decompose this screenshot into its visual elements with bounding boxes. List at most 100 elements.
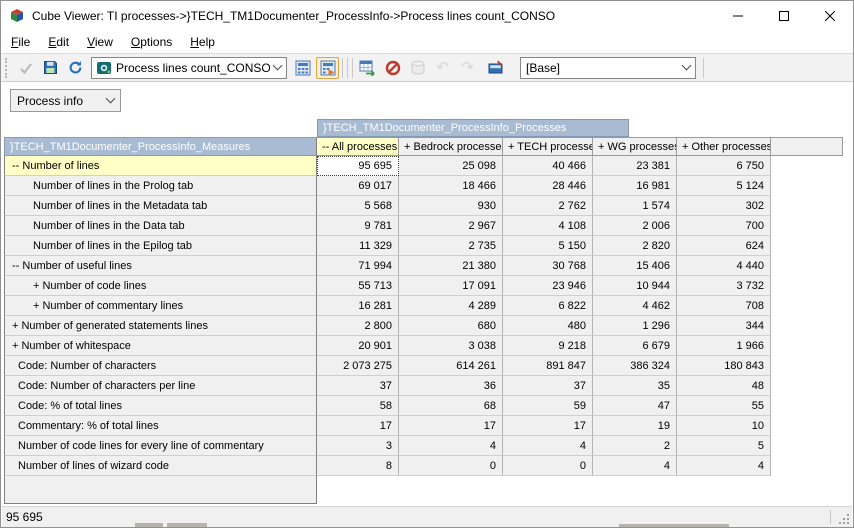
data-cell[interactable]: 0	[503, 456, 593, 476]
row-header[interactable]: + Number of whitespace	[4, 336, 317, 356]
maximize-button[interactable]	[761, 1, 807, 31]
data-cell[interactable]: 614 261	[399, 356, 503, 376]
data-cell[interactable]: 17	[399, 416, 503, 436]
column-header[interactable]: -- All processes	[317, 137, 399, 156]
data-cell[interactable]: 624	[677, 236, 771, 256]
selected-data-cell[interactable]: 95 695	[317, 156, 399, 176]
minimize-button[interactable]	[715, 1, 761, 31]
data-cell[interactable]: 10 944	[593, 276, 677, 296]
data-cell[interactable]: 3 732	[677, 276, 771, 296]
data-cell[interactable]: 0	[399, 456, 503, 476]
view-selector[interactable]: Process lines count_CONSO	[91, 57, 287, 79]
data-cell[interactable]: 4	[677, 456, 771, 476]
data-cell[interactable]: 700	[677, 216, 771, 236]
auto-recalculate-button[interactable]	[316, 57, 339, 79]
menu-view[interactable]: View	[78, 32, 122, 52]
data-cell[interactable]: 17	[503, 416, 593, 436]
data-cell[interactable]: 18 466	[399, 176, 503, 196]
data-cell[interactable]: 9 218	[503, 336, 593, 356]
data-cell[interactable]: 708	[677, 296, 771, 316]
data-cell[interactable]: 17 091	[399, 276, 503, 296]
data-cell[interactable]: 55	[677, 396, 771, 416]
data-cell[interactable]: 20 901	[317, 336, 399, 356]
data-cell[interactable]: 37	[503, 376, 593, 396]
redo-button[interactable]: ↷	[456, 57, 479, 79]
row-header[interactable]: Number of lines in the Prolog tab	[4, 176, 317, 196]
data-cell[interactable]: 930	[399, 196, 503, 216]
data-cell[interactable]: 1 966	[677, 336, 771, 356]
column-dimension-header[interactable]: }TECH_TM1Documenter_ProcessInfo_Processe…	[317, 119, 629, 137]
data-cell[interactable]: 6 750	[677, 156, 771, 176]
process-info-selector[interactable]: Process info	[10, 89, 121, 112]
data-cell[interactable]: 4	[503, 436, 593, 456]
database-button[interactable]	[406, 57, 429, 79]
row-header[interactable]: Code: Number of characters per line	[4, 376, 317, 396]
data-cell[interactable]: 47	[593, 396, 677, 416]
close-button[interactable]	[807, 1, 853, 31]
data-cell[interactable]: 680	[399, 316, 503, 336]
base-selector[interactable]: [Base]	[520, 57, 696, 79]
slice-table-button[interactable]	[356, 57, 379, 79]
row-header[interactable]: -- Number of lines	[4, 156, 317, 176]
menu-file[interactable]: File	[2, 32, 39, 52]
data-cell[interactable]: 2 762	[503, 196, 593, 216]
data-cell[interactable]: 23 946	[503, 276, 593, 296]
data-cell[interactable]: 17	[317, 416, 399, 436]
row-header[interactable]: Code: Number of characters	[4, 356, 317, 376]
row-header[interactable]: Number of code lines for every line of c…	[4, 436, 317, 456]
data-cell[interactable]: 11 329	[317, 236, 399, 256]
data-cell[interactable]: 28 446	[503, 176, 593, 196]
resize-grip-icon[interactable]	[837, 512, 850, 525]
data-cell[interactable]: 5 568	[317, 196, 399, 216]
data-cell[interactable]: 4 289	[399, 296, 503, 316]
data-cell[interactable]: 8	[317, 456, 399, 476]
column-header[interactable]: + Other processes	[677, 137, 771, 156]
row-header[interactable]: + Number of commentary lines	[4, 296, 317, 316]
data-cell[interactable]: 35	[593, 376, 677, 396]
undo-button[interactable]: ↶	[431, 57, 454, 79]
menu-options[interactable]: Options	[122, 32, 181, 52]
data-cell[interactable]: 5 124	[677, 176, 771, 196]
recalc-check-button[interactable]	[14, 57, 37, 79]
column-header[interactable]: + Bedrock processes	[399, 137, 503, 156]
refresh-button[interactable]	[64, 57, 87, 79]
data-cell[interactable]: 4	[593, 456, 677, 476]
data-cell[interactable]: 344	[677, 316, 771, 336]
data-cell[interactable]: 15 406	[593, 256, 677, 276]
menu-edit[interactable]: Edit	[39, 32, 78, 52]
data-cell[interactable]: 1 296	[593, 316, 677, 336]
data-cell[interactable]: 69 017	[317, 176, 399, 196]
data-cell[interactable]: 302	[677, 196, 771, 216]
data-cell[interactable]: 5	[677, 436, 771, 456]
column-header[interactable]: + TECH processes	[503, 137, 593, 156]
row-header[interactable]: + Number of generated statements lines	[4, 316, 317, 336]
data-cell[interactable]: 2 073 275	[317, 356, 399, 376]
data-cell[interactable]: 480	[503, 316, 593, 336]
data-cell[interactable]: 68	[399, 396, 503, 416]
data-cell[interactable]: 36	[399, 376, 503, 396]
data-cell[interactable]: 25 098	[399, 156, 503, 176]
save-view-button[interactable]	[39, 57, 62, 79]
export-button[interactable]	[481, 57, 515, 79]
data-cell[interactable]: 4 108	[503, 216, 593, 236]
data-cell[interactable]: 3	[317, 436, 399, 456]
data-cell[interactable]: 2 967	[399, 216, 503, 236]
data-cell[interactable]: 3 038	[399, 336, 503, 356]
data-cell[interactable]: 37	[317, 376, 399, 396]
row-header[interactable]: Number of lines of wizard code	[4, 456, 317, 476]
row-header[interactable]: -- Number of useful lines	[4, 256, 317, 276]
data-cell[interactable]: 16 281	[317, 296, 399, 316]
data-cell[interactable]: 386 324	[593, 356, 677, 376]
data-cell[interactable]: 891 847	[503, 356, 593, 376]
data-cell[interactable]: 48	[677, 376, 771, 396]
data-cell[interactable]: 2 735	[399, 236, 503, 256]
data-cell[interactable]: 2 800	[317, 316, 399, 336]
row-header[interactable]: Number of lines in the Epilog tab	[4, 236, 317, 256]
data-cell[interactable]: 59	[503, 396, 593, 416]
data-cell[interactable]: 19	[593, 416, 677, 436]
toolbar-grip[interactable]	[5, 58, 9, 78]
data-cell[interactable]: 55 713	[317, 276, 399, 296]
recalculate-button[interactable]	[291, 57, 314, 79]
data-cell[interactable]: 9 781	[317, 216, 399, 236]
suspend-updates-button[interactable]	[381, 57, 404, 79]
